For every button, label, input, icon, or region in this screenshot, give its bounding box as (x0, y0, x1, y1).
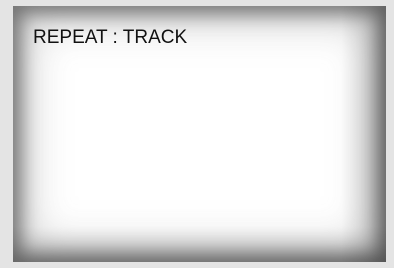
display-frame: REPEAT : TRACK (0, 0, 394, 268)
tv-screen: REPEAT : TRACK (13, 6, 386, 262)
repeat-mode-text: REPEAT : TRACK (33, 27, 188, 48)
